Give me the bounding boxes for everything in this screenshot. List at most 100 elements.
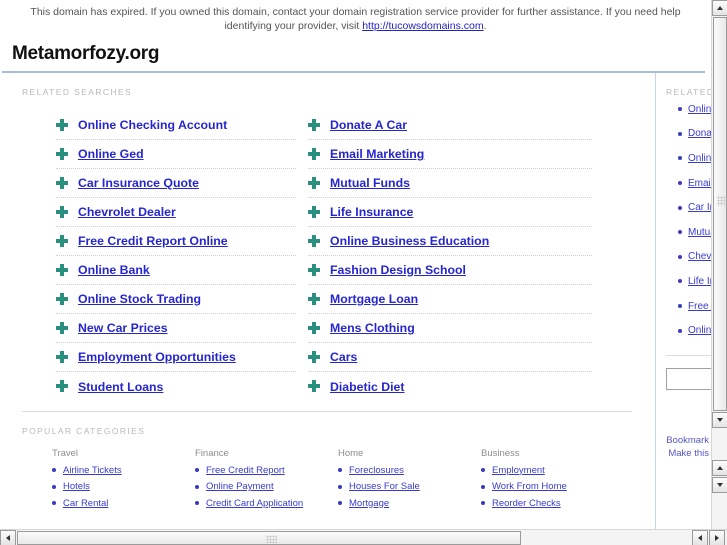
related-search-item[interactable]: Online Business Education [308, 227, 592, 256]
category-link[interactable]: Credit Card Application [206, 498, 303, 509]
sidebar-related-item[interactable]: Online Business Education [656, 318, 711, 343]
category-item[interactable]: Hotels [52, 479, 195, 496]
sidebar-related-link[interactable]: Life Insurance [688, 276, 711, 287]
related-search-link[interactable]: Diabetic Diet [330, 380, 404, 394]
category-item[interactable]: Foreclosures [338, 462, 481, 479]
bookmark-link[interactable]: Bookmark [656, 434, 709, 447]
category-link[interactable]: Mortgage [349, 498, 389, 509]
related-search-item[interactable]: Mutual Funds [308, 169, 592, 198]
related-search-item[interactable]: Free Credit Report Online [56, 227, 296, 256]
vertical-scrollbar-thumb[interactable] [713, 17, 727, 411]
related-search-item[interactable]: Student Loans [56, 372, 296, 401]
related-search-link[interactable]: Online Ged [78, 147, 144, 161]
related-search-link[interactable]: Fashion Design School [330, 263, 466, 277]
category-item[interactable]: Reorder Checks [481, 495, 624, 512]
category-item[interactable]: Work From Home [481, 479, 624, 496]
related-search-item[interactable]: Donate A Car [308, 111, 592, 140]
related-search-link[interactable]: Email Marketing [330, 147, 424, 161]
scroll-down-button[interactable] [712, 412, 727, 428]
related-search-link[interactable]: Employment Opportunities [78, 350, 236, 364]
related-search-item[interactable]: Cars [308, 343, 592, 372]
related-search-link[interactable]: Online Business Education [330, 234, 489, 248]
category-item[interactable]: Credit Card Application [195, 495, 338, 512]
category-item[interactable]: Mortgage [338, 495, 481, 512]
related-search-link[interactable]: Cars [330, 350, 357, 364]
related-search-link[interactable]: Chevrolet Dealer [78, 205, 176, 219]
related-search-item[interactable]: Online Ged [56, 140, 296, 169]
sidebar-related-item[interactable]: Online Ged [656, 146, 711, 171]
tucows-domains-link[interactable]: http://tucowsdomains.com [362, 20, 483, 32]
inner-scroll-down-button[interactable] [712, 477, 727, 493]
related-search-item[interactable]: Mens Clothing [308, 314, 592, 343]
sidebar-related-item[interactable]: Donate A Car [656, 122, 711, 147]
sidebar-related-item[interactable]: Online Checking Account [656, 97, 711, 122]
related-search-link[interactable]: Life Insurance [330, 205, 413, 219]
related-search-item[interactable]: Online Stock Trading [56, 285, 296, 314]
scroll-up-button[interactable] [712, 0, 727, 16]
brand-bar: Metamorfozy.org [0, 37, 711, 69]
sidebar-search-input[interactable] [666, 367, 711, 390]
related-search-item[interactable]: Online Bank [56, 256, 296, 285]
inner-scroll-left-button[interactable] [692, 530, 708, 545]
sidebar-related-link[interactable]: Car Insurance Quote [688, 202, 711, 213]
related-search-item[interactable]: Life Insurance [308, 198, 592, 227]
related-search-item[interactable]: Employment Opportunities [56, 343, 296, 372]
category-link[interactable]: Reorder Checks [492, 498, 561, 509]
related-search-item[interactable]: New Car Prices [56, 314, 296, 343]
sidebar-related-link[interactable]: Mutual Funds [688, 227, 711, 238]
sidebar-related-link[interactable]: Online Ged [688, 153, 711, 164]
category-link[interactable]: Free Credit Report [206, 465, 285, 476]
category-link[interactable]: Airline Tickets [63, 465, 122, 476]
related-search-link[interactable]: Mortgage Loan [330, 292, 418, 306]
sidebar-related-item[interactable]: Chevrolet Dealer [656, 245, 711, 270]
sidebar-related-link[interactable]: Email Marketing [688, 178, 711, 189]
category-item[interactable]: Car Rental [52, 495, 195, 512]
sidebar-related-item[interactable]: Mutual Funds [656, 220, 711, 245]
category-link[interactable]: Online Payment [206, 481, 274, 492]
category-item[interactable]: Employment [481, 462, 624, 479]
category-link[interactable]: Employment [492, 465, 545, 476]
related-search-link[interactable]: Car Insurance Quote [78, 176, 199, 190]
related-search-link[interactable]: Free Credit Report Online [78, 234, 228, 248]
related-search-item[interactable]: Fashion Design School [308, 256, 592, 285]
category-item[interactable]: Online Payment [195, 479, 338, 496]
related-search-link[interactable]: Mens Clothing [330, 321, 415, 335]
related-search-link[interactable]: Online Checking Account [78, 118, 227, 132]
horizontal-scrollbar[interactable] [0, 529, 727, 545]
category-item[interactable]: Houses For Sale [338, 479, 481, 496]
sidebar-related-item[interactable]: Car Insurance Quote [656, 195, 711, 220]
category-link[interactable]: Car Rental [63, 498, 108, 509]
category-link[interactable]: Work From Home [492, 481, 567, 492]
sidebar-related-link[interactable]: Free Credit Report Online [688, 301, 711, 312]
sidebar-related-item[interactable]: Email Marketing [656, 171, 711, 196]
sidebar-related-link[interactable]: Chevrolet Dealer [688, 251, 711, 262]
related-search-link[interactable]: Online Stock Trading [78, 292, 201, 306]
category-item[interactable]: Airline Tickets [52, 462, 195, 479]
scroll-left-button[interactable] [0, 530, 16, 545]
category-link[interactable]: Houses For Sale [349, 481, 420, 492]
vertical-scrollbar[interactable] [711, 0, 727, 529]
category-link[interactable]: Foreclosures [349, 465, 404, 476]
make-homepage-link[interactable]: Make this [656, 447, 709, 460]
sidebar-related-item[interactable]: Life Insurance [656, 269, 711, 294]
related-search-link[interactable]: Mutual Funds [330, 176, 410, 190]
sidebar-related-item[interactable]: Free Credit Report Online [656, 294, 711, 319]
related-search-link[interactable]: New Car Prices [78, 321, 168, 335]
related-search-item[interactable]: Email Marketing [308, 140, 592, 169]
sidebar-related-link[interactable]: Donate A Car [688, 128, 711, 139]
category-item[interactable]: Free Credit Report [195, 462, 338, 479]
related-search-item[interactable]: Chevrolet Dealer [56, 198, 296, 227]
related-search-link[interactable]: Online Bank [78, 263, 150, 277]
category-link[interactable]: Hotels [63, 481, 90, 492]
related-search-item[interactable]: Diabetic Diet [308, 372, 592, 401]
related-search-link[interactable]: Donate A Car [330, 118, 407, 132]
related-search-item[interactable]: Online Checking Account [56, 111, 296, 140]
sidebar-related-link[interactable]: Online Checking Account [688, 104, 711, 115]
inner-scroll-right-button[interactable] [709, 530, 725, 545]
related-search-item[interactable]: Mortgage Loan [308, 285, 592, 314]
sidebar-related-link[interactable]: Online Business Education [688, 325, 711, 336]
related-search-link[interactable]: Student Loans [78, 380, 163, 394]
inner-scroll-up-button[interactable] [712, 460, 727, 476]
related-search-item[interactable]: Car Insurance Quote [56, 169, 296, 198]
horizontal-scrollbar-thumb[interactable] [17, 531, 521, 545]
